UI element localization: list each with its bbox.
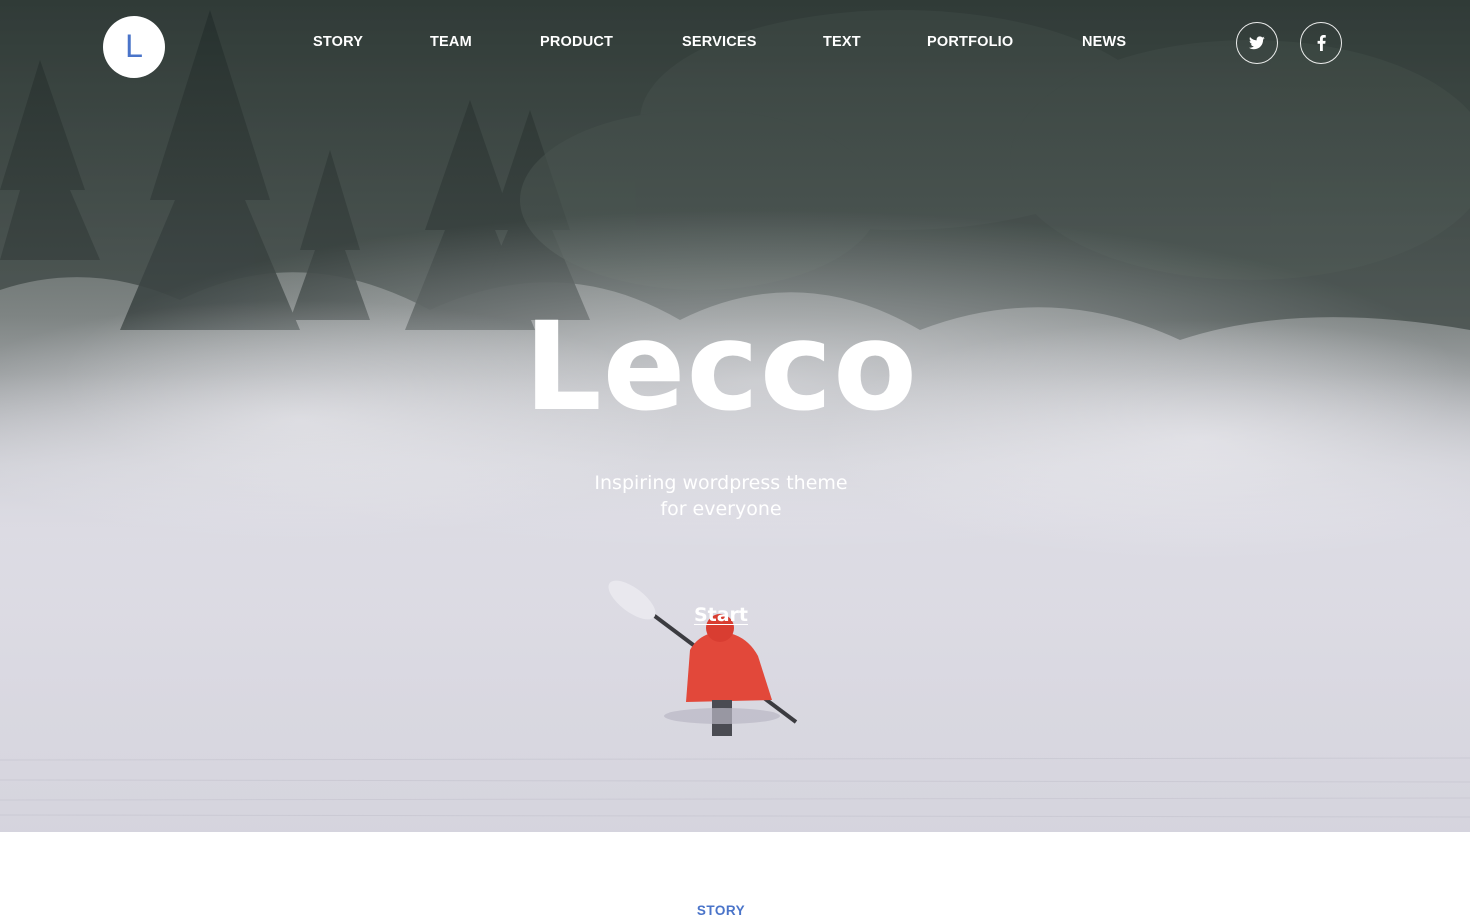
nav-item-story[interactable]: STORY	[313, 34, 363, 50]
start-button[interactable]: Start	[694, 604, 748, 626]
start-link: Start	[0, 604, 1442, 626]
hero-section: L STORY TEAM PRODUCT SERVICES TEXT PORTF…	[0, 0, 1470, 832]
section-label-story: STORY	[696, 903, 746, 918]
twitter-icon	[1249, 36, 1265, 50]
facebook-icon	[1317, 35, 1326, 51]
nav-item-team[interactable]: TEAM	[430, 34, 472, 50]
hero-title-text: Lecco	[524, 296, 918, 438]
hero-subtitle: Inspiring wordpress theme for everyone	[0, 470, 1442, 522]
twitter-button[interactable]	[1236, 22, 1278, 64]
hero-title: Lecco	[0, 306, 1442, 428]
nav-item-news[interactable]: NEWS	[1082, 34, 1126, 50]
nav-item-portfolio[interactable]: PORTFOLIO	[927, 34, 1013, 50]
nav-item-text[interactable]: TEXT	[823, 34, 861, 50]
nav-item-services[interactable]: SERVICES	[682, 34, 757, 50]
nav-item-product[interactable]: PRODUCT	[540, 34, 613, 50]
hero-subtitle-line2: for everyone	[660, 498, 782, 520]
facebook-button[interactable]	[1300, 22, 1342, 64]
hero-subtitle-line1: Inspiring wordpress theme	[594, 472, 848, 494]
